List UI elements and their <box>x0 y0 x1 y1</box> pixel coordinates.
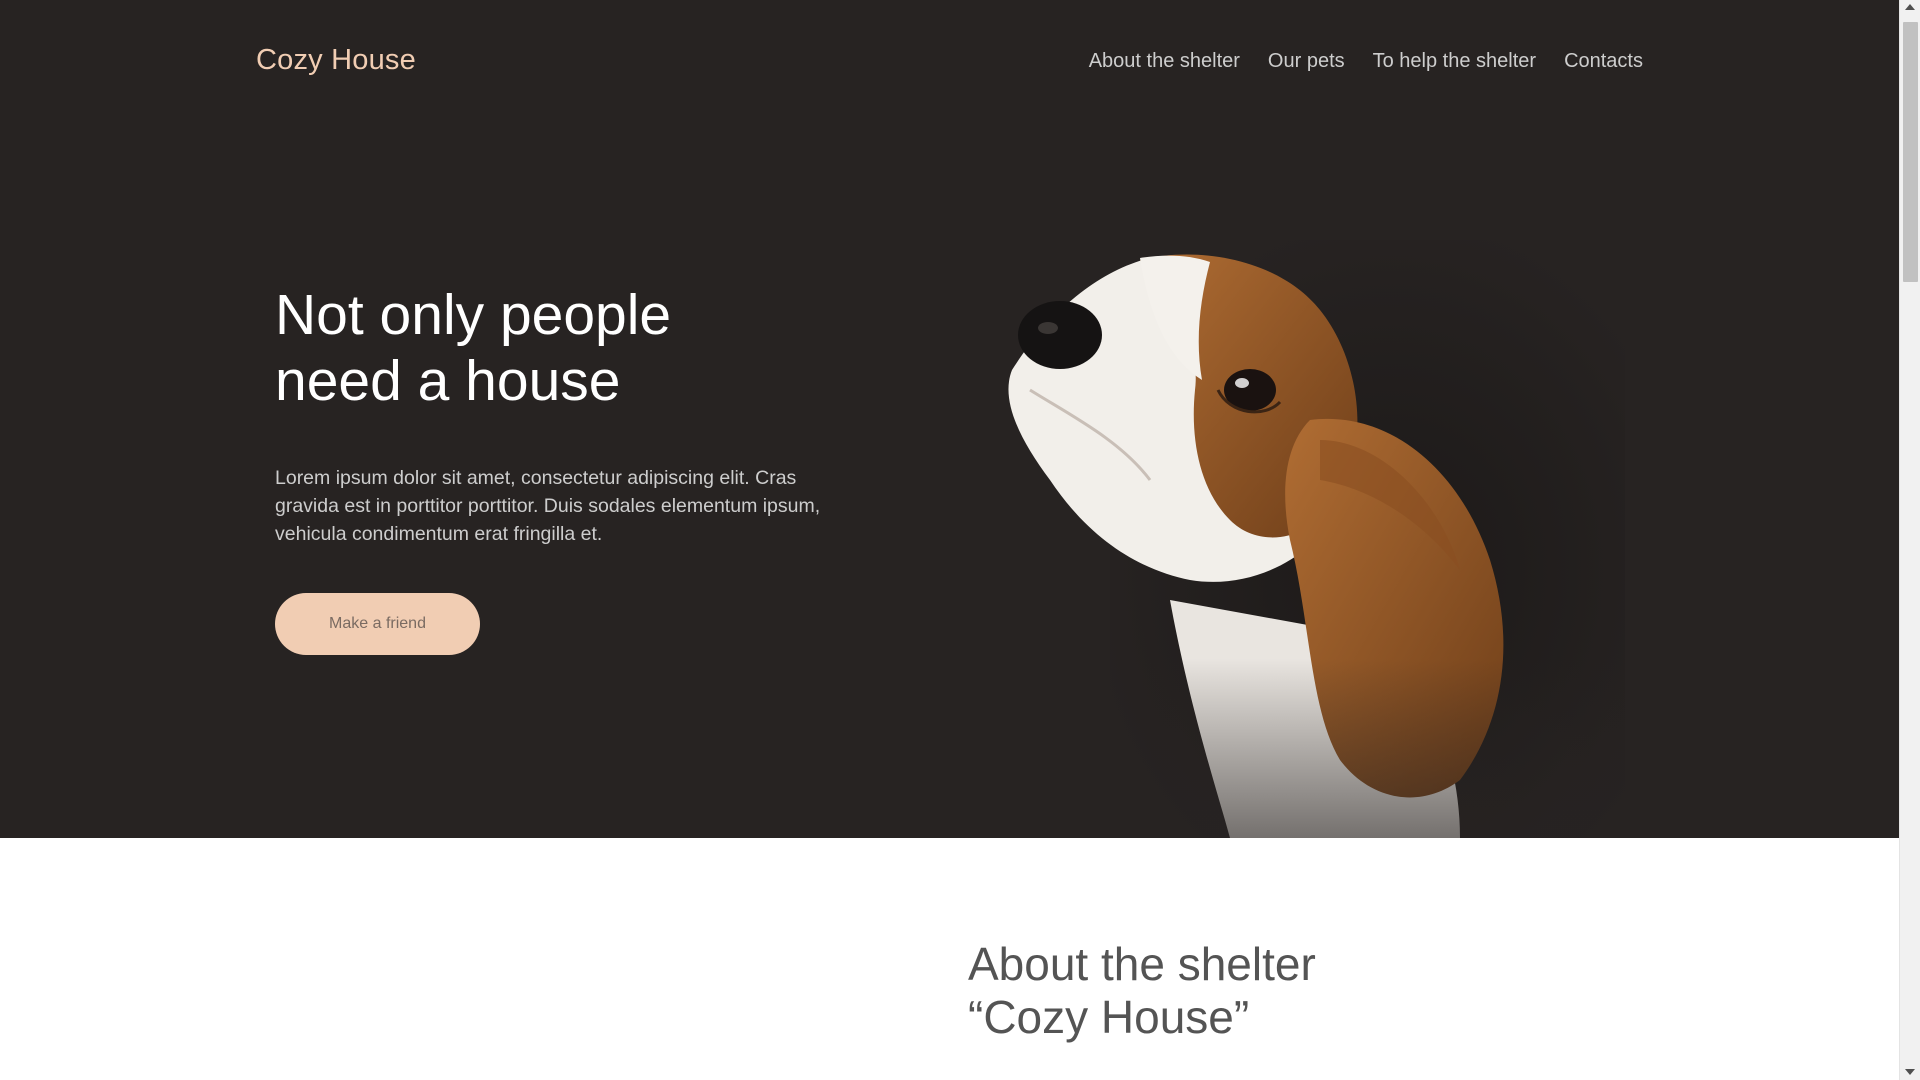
hero-title: Not only people need a house <box>275 282 671 414</box>
hero-description: Lorem ipsum dolor sit amet, consectetur … <box>275 467 821 545</box>
scroll-up-arrow-icon[interactable] <box>1905 4 1915 10</box>
hero-title-line-1: Not only people <box>275 283 672 347</box>
main-nav: About the shelter Our pets To help the s… <box>1089 50 1643 73</box>
nav-item-about[interactable]: About the shelter <box>1089 50 1240 73</box>
hero-title-line-2: need a house <box>275 349 621 413</box>
nav-item-contacts[interactable]: Contacts <box>1564 50 1643 73</box>
scrollbar-thumb[interactable] <box>1903 22 1918 282</box>
about-title: About the shelter “Cozy House” <box>968 938 1316 1044</box>
about-section: About the shelter “Cozy House” <box>0 838 1899 1080</box>
about-title-line-2: “Cozy House” <box>968 991 1250 1043</box>
nav-item-our-pets[interactable]: Our pets <box>1268 50 1345 73</box>
hero-section: Cozy House About the shelter Our pets To… <box>0 0 1899 838</box>
make-a-friend-button[interactable]: Make a friend <box>275 593 480 655</box>
scroll-down-arrow-icon[interactable] <box>1905 1069 1915 1075</box>
vertical-scrollbar[interactable] <box>1899 0 1920 1080</box>
nav-item-help-shelter[interactable]: To help the shelter <box>1373 50 1536 73</box>
about-title-line-1: About the shelter <box>968 938 1316 990</box>
beagle-puppy-image <box>990 240 1625 838</box>
page: Cozy House About the shelter Our pets To… <box>0 0 1899 1080</box>
site-logo[interactable]: Cozy House <box>256 44 416 77</box>
